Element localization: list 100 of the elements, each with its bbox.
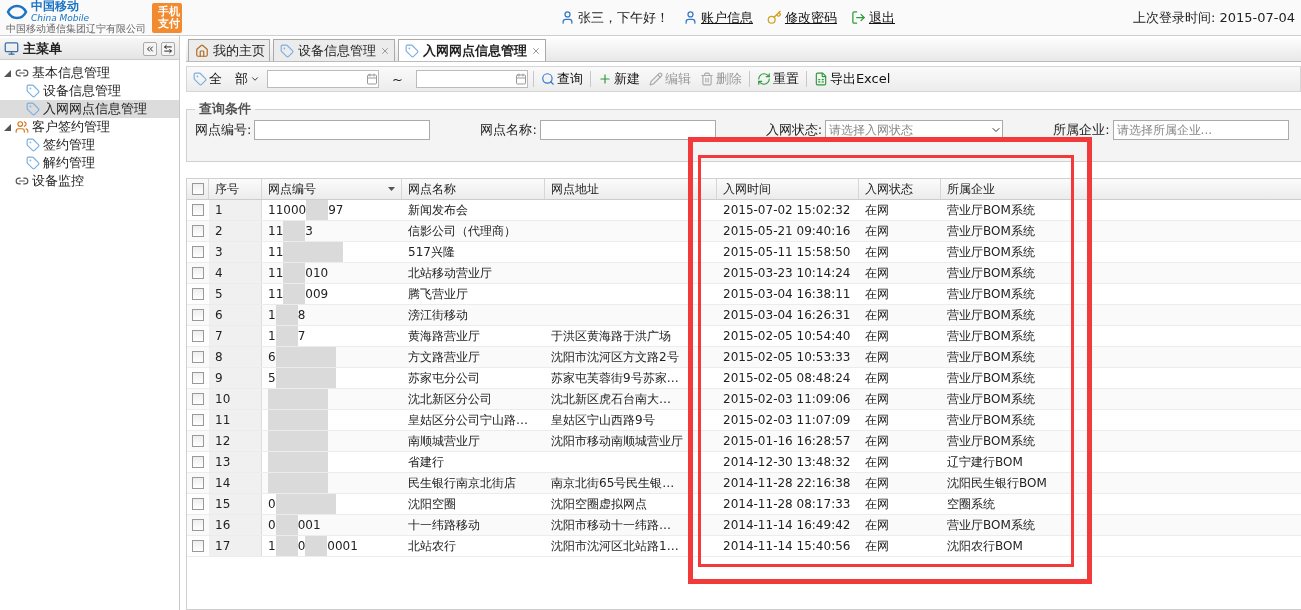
input-field[interactable] [254, 120, 431, 140]
brand-name-english: China Mobile [31, 13, 90, 23]
menu-item[interactable]: 入网网点信息管理 [0, 100, 179, 118]
select-all-checkbox[interactable] [191, 183, 204, 195]
redaction-block [268, 431, 328, 451]
table-cell-text: 在网 [864, 285, 890, 303]
range-separator: ~ [391, 71, 404, 87]
last-login-time: 上次登录时间: 2015-07-04 [1132, 8, 1295, 27]
menu-item[interactable]: 设备监控 [0, 172, 179, 190]
row-checkbox[interactable] [192, 477, 204, 489]
table-cell-text: 2014-11-14 16:49:42 [722, 517, 852, 534]
row-number: 7 [209, 326, 262, 346]
redaction-block [275, 305, 298, 325]
swap-icon [163, 43, 173, 54]
row-checkbox[interactable] [192, 372, 204, 384]
menu-item[interactable]: 解约管理 [0, 154, 179, 172]
header-link[interactable]: 账户信息 [700, 8, 753, 27]
column-header[interactable]: 网点编号 [262, 179, 402, 199]
row-checkbox[interactable] [192, 540, 204, 552]
row-checkbox[interactable] [192, 330, 204, 342]
column-header[interactable]: 所属企业 [941, 179, 1091, 199]
table-cell-text: 在网 [864, 537, 890, 555]
redaction-block [305, 536, 328, 556]
status-select[interactable]: 请选择入网状态 [825, 120, 1004, 140]
menu-item[interactable]: 设备信息管理 [0, 82, 179, 100]
table-cell-text: 方文路营业厅 [407, 348, 481, 366]
table-cell-text: 营业厅BOM系统 [946, 432, 1036, 450]
table-cell-text: 2015-02-05 10:53:33 [722, 349, 852, 366]
table-cell: 0 [297, 539, 306, 553]
tab[interactable]: 入网网点信息管理 [398, 39, 546, 61]
column-header[interactable]: 入网状态 [859, 179, 941, 199]
redaction-block [268, 473, 328, 493]
table-cell-text: 在网 [864, 453, 890, 471]
row-checkbox[interactable] [192, 435, 204, 447]
column-header[interactable]: 网点地址 [545, 179, 717, 199]
table-cell-text: 在网 [864, 516, 890, 534]
user-icon [682, 10, 698, 25]
toolbar-button[interactable]: 查询 [538, 70, 585, 88]
header-link[interactable]: 退出 [868, 8, 895, 27]
table-cell: 009 [305, 287, 329, 301]
menu-item[interactable]: 客户签约管理 [0, 118, 179, 136]
field-label: 所属企业: [1053, 121, 1110, 139]
row-checkbox[interactable] [192, 414, 204, 426]
row-number: 12 [209, 431, 262, 451]
table-cell-text: 2014-11-28 22:16:38 [722, 475, 852, 492]
table-cell-text: 在网 [864, 222, 890, 240]
row-number: 10 [209, 389, 262, 409]
table-cell-text: 营业厅BOM系统 [946, 327, 1036, 345]
table-cell-text: 营业厅BOM系统 [946, 369, 1036, 387]
row-checkbox[interactable] [192, 456, 204, 468]
redaction-block [268, 452, 328, 472]
table-cell-text: 营业厅BOM系统 [946, 201, 1036, 219]
row-checkbox[interactable] [192, 519, 204, 531]
column-header[interactable]: 入网时间 [717, 179, 859, 199]
column-header[interactable]: 序号 [209, 179, 262, 199]
table-cell: 010 [305, 266, 329, 280]
row-checkbox[interactable] [192, 246, 204, 258]
row-checkbox[interactable] [192, 351, 204, 363]
tab[interactable]: 设备信息管理 [273, 39, 395, 61]
toolbar-button[interactable]: 新建 [595, 70, 642, 88]
table-cell: 11 [268, 224, 284, 238]
row-checkbox[interactable] [192, 288, 204, 300]
table-cell-text: 在网 [864, 264, 890, 282]
table-cell-text: 沈阳空圈虚拟网点 [550, 495, 648, 513]
header-link[interactable]: 修改密码 [784, 8, 837, 27]
row-checkbox[interactable] [192, 267, 204, 279]
table-cell-text: 北站移动营业厅 [407, 264, 493, 282]
row-checkbox[interactable] [192, 393, 204, 405]
table-cell-text: 黄海路营业厅 [407, 327, 481, 345]
date-field[interactable] [415, 70, 528, 88]
field-label: 入网状态: [765, 121, 823, 139]
toolbar-button[interactable]: 重置 [754, 70, 801, 88]
menu-item[interactable]: 签约管理 [0, 136, 179, 154]
row-checkbox[interactable] [192, 225, 204, 237]
range-dropdown[interactable]: 全 部 [191, 70, 262, 88]
tab[interactable]: 我的主页 [188, 39, 270, 61]
table-cell-text: 2015-03-04 16:38:11 [722, 286, 852, 303]
row-checkbox[interactable] [192, 309, 204, 321]
input-field[interactable]: 请选择所属企业... [1112, 120, 1289, 140]
close-icon[interactable] [380, 45, 390, 56]
pencil-icon [648, 72, 663, 86]
column-header[interactable]: 网点名称 [402, 179, 545, 199]
toolbar-button[interactable]: 导出Excel [811, 70, 893, 88]
swap-button[interactable] [161, 41, 175, 56]
caret-icon [250, 74, 260, 84]
menu-item[interactable]: 基本信息管理 [0, 64, 179, 82]
table-cell-text: 2015-05-21 09:40:16 [722, 223, 852, 240]
double-chevron-icon [145, 43, 155, 54]
row-checkbox[interactable] [192, 498, 204, 510]
input-field[interactable] [539, 120, 716, 140]
close-icon[interactable] [531, 45, 541, 56]
date-field[interactable] [267, 70, 379, 88]
row-checkbox[interactable] [192, 204, 204, 216]
tag-icon [26, 102, 40, 116]
table-cell: 11 [268, 287, 284, 301]
table-cell-text: 2015-03-23 10:14:24 [722, 265, 852, 282]
table-cell: 1 [268, 308, 276, 322]
collapse-button[interactable] [143, 41, 157, 56]
link-icon [15, 66, 29, 80]
app-badge: 手机支付 [152, 2, 182, 33]
